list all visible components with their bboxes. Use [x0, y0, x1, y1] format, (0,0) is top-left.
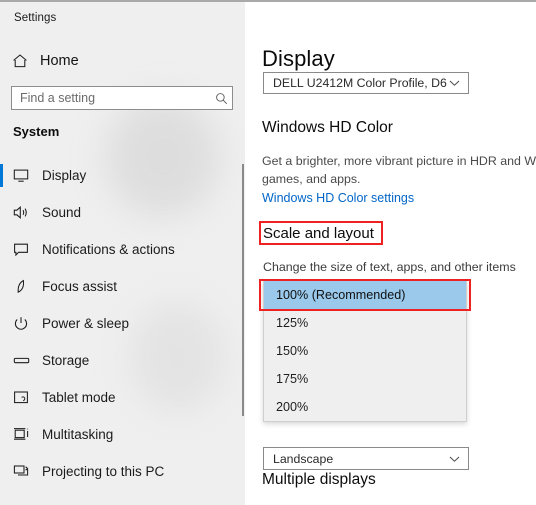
- sidebar-section-title: System: [13, 124, 60, 139]
- sidebar-item-tablet-mode[interactable]: Tablet mode: [0, 379, 233, 416]
- sidebar-item-display-label: Display: [42, 168, 87, 183]
- sidebar-item-notifications-label: Notifications & actions: [42, 242, 175, 257]
- sidebar-item-tablet-mode-label: Tablet mode: [42, 390, 116, 405]
- monitor-icon: [0, 168, 42, 183]
- search-box[interactable]: [11, 86, 233, 110]
- orientation-value: Landscape: [273, 451, 334, 466]
- scale-and-layout-heading: Scale and layout: [263, 225, 374, 242]
- sidebar-nav-list: Display Sound Notifications & actions Fo…: [0, 157, 233, 490]
- hd-color-heading: Windows HD Color: [262, 119, 393, 136]
- selection-indicator: [0, 164, 3, 187]
- projecting-icon: [0, 464, 42, 479]
- tablet-icon: [0, 390, 42, 405]
- sidebar-item-home-label: Home: [40, 53, 79, 69]
- hd-color-description-line2: games, and apps.: [262, 172, 361, 186]
- scale-option-150[interactable]: 150%: [264, 337, 466, 365]
- sidebar-item-sound-label: Sound: [42, 205, 82, 220]
- multiple-displays-heading: Multiple displays: [262, 471, 376, 488]
- hd-color-description-line1: Get a brighter, more vibrant picture in …: [262, 154, 536, 168]
- page-title: Display: [262, 46, 335, 71]
- sidebar-item-focus-assist[interactable]: Focus assist: [0, 268, 233, 305]
- hd-color-settings-link[interactable]: Windows HD Color settings: [262, 191, 414, 205]
- sidebar-item-storage[interactable]: Storage: [0, 342, 233, 379]
- scale-option-125[interactable]: 125%: [264, 309, 466, 337]
- speaker-icon: [0, 205, 42, 220]
- sidebar-item-multitasking-label: Multitasking: [42, 427, 114, 442]
- scale-size-label: Change the size of text, apps, and other…: [263, 260, 516, 274]
- storage-icon: [0, 354, 42, 367]
- scale-option-200[interactable]: 200%: [264, 393, 466, 421]
- sidebar-item-notifications[interactable]: Notifications & actions: [0, 231, 233, 268]
- sidebar-item-home[interactable]: Home: [0, 46, 233, 76]
- hd-color-description: Get a brighter, more vibrant picture in …: [262, 152, 536, 188]
- search-input[interactable]: [12, 87, 210, 109]
- sidebar-item-storage-label: Storage: [42, 353, 90, 368]
- home-icon: [0, 53, 40, 69]
- sidebar-item-sound[interactable]: Sound: [0, 194, 233, 231]
- multitasking-icon: [0, 427, 42, 442]
- notification-icon: [0, 242, 42, 257]
- settings-window: Settings Home System: [0, 0, 536, 505]
- scale-option-175[interactable]: 175%: [264, 365, 466, 393]
- search-icon: [210, 92, 232, 105]
- sidebar-item-focus-assist-label: Focus assist: [42, 279, 118, 294]
- sidebar-item-power-sleep[interactable]: Power & sleep: [0, 305, 233, 342]
- sidebar-item-projecting-label: Projecting to this PC: [42, 464, 165, 479]
- chevron-down-icon: [447, 455, 461, 463]
- chevron-down-icon: [447, 79, 461, 87]
- color-profile-value: DELL U2412M Color Profile, D6500: [273, 76, 447, 90]
- scale-dropdown-list[interactable]: 100% (Recommended) 125% 150% 175% 200%: [263, 281, 467, 422]
- sidebar-scrollbar-thumb[interactable]: [242, 164, 244, 416]
- scale-option-100[interactable]: 100% (Recommended): [264, 281, 466, 309]
- sidebar-item-power-sleep-label: Power & sleep: [42, 316, 130, 331]
- moon-icon: [0, 279, 42, 294]
- power-icon: [0, 316, 42, 331]
- window-title: Settings: [14, 12, 57, 24]
- color-profile-dropdown[interactable]: DELL U2412M Color Profile, D6500: [263, 72, 469, 94]
- main-content: Display DELL U2412M Color Profile, D6500…: [245, 2, 536, 505]
- sidebar: Settings Home System: [0, 2, 245, 505]
- orientation-dropdown[interactable]: Landscape: [263, 447, 469, 470]
- sidebar-item-projecting[interactable]: Projecting to this PC: [0, 453, 233, 490]
- sidebar-item-multitasking[interactable]: Multitasking: [0, 416, 233, 453]
- sidebar-item-display[interactable]: Display: [0, 157, 233, 194]
